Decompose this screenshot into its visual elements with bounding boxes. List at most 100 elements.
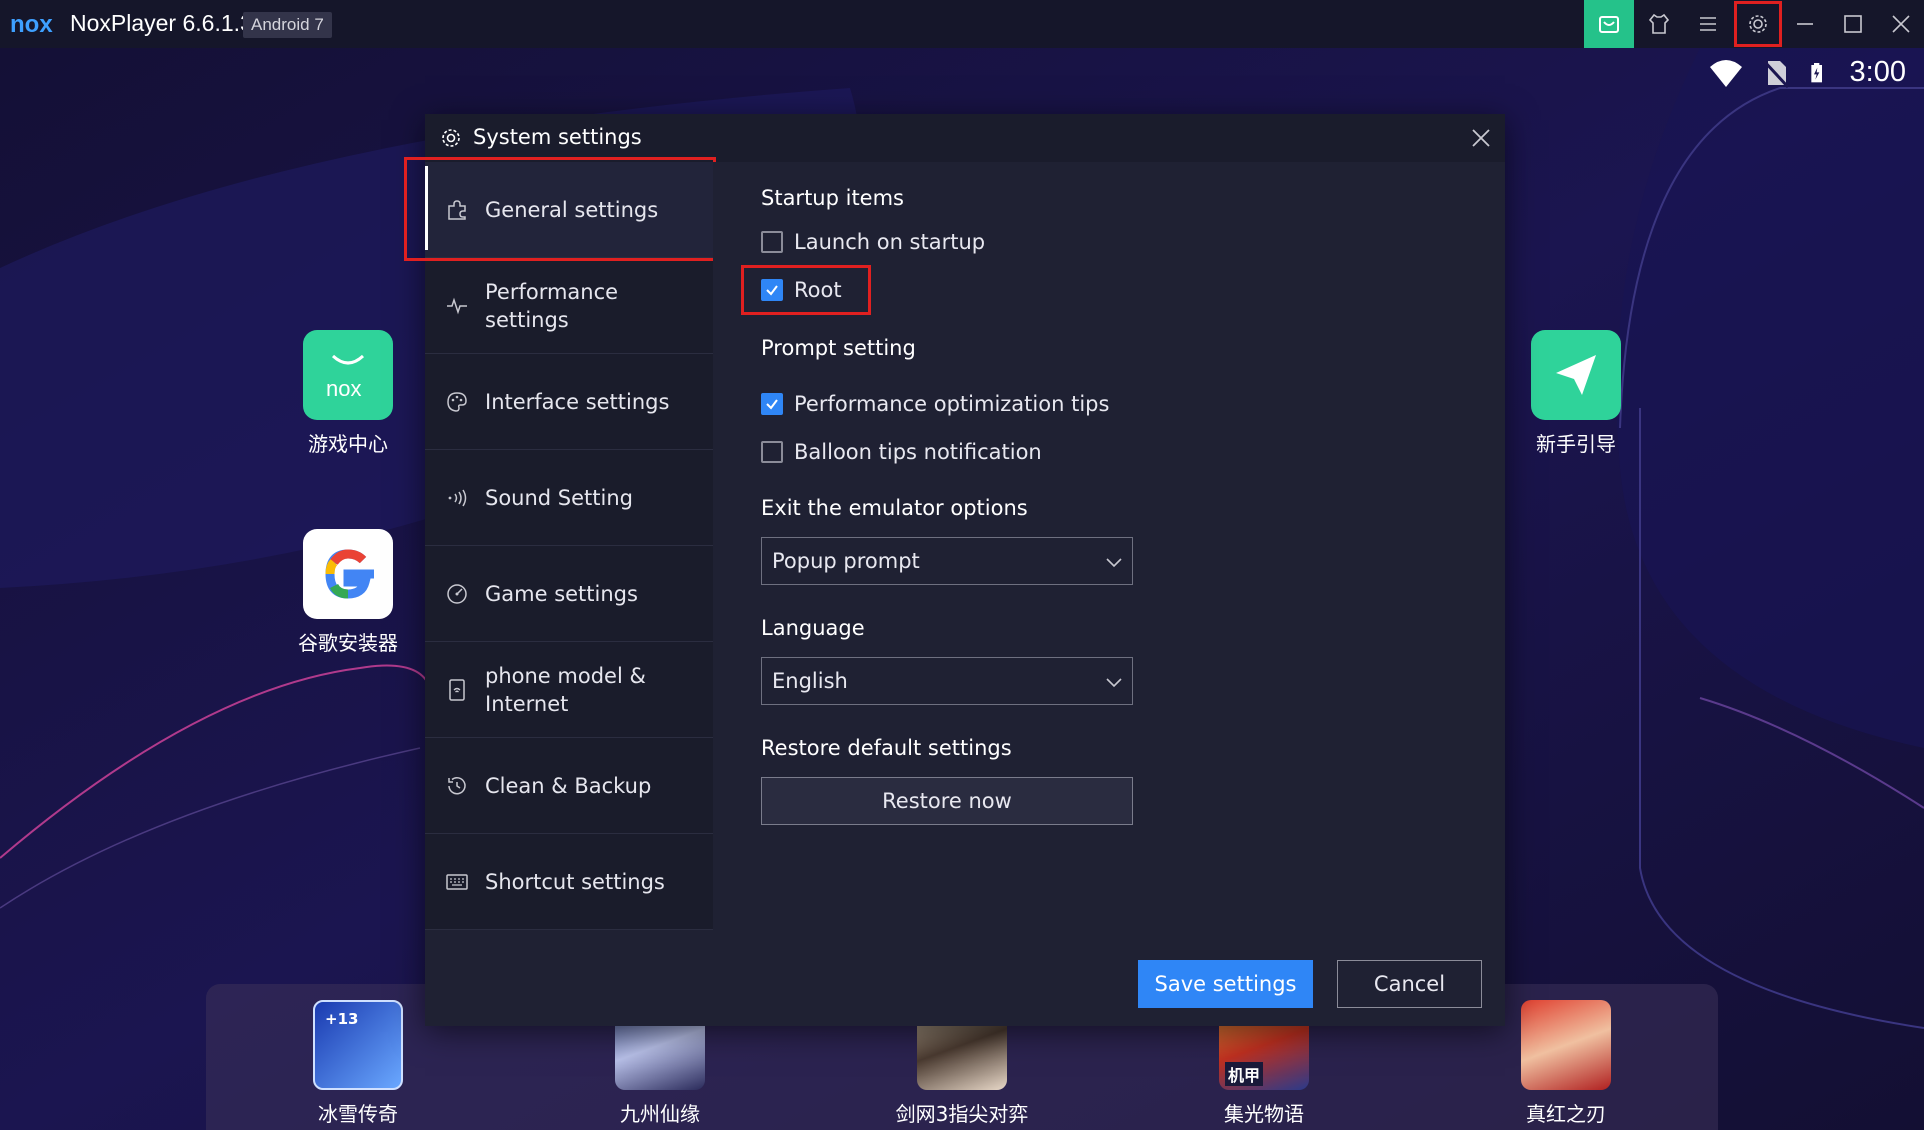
menu-icon bbox=[1700, 17, 1716, 31]
app-label: 新手引导 bbox=[1536, 432, 1616, 456]
dock-label: 冰雪传奇 bbox=[318, 1102, 398, 1126]
sidebar-item-interface[interactable]: Interface settings bbox=[425, 354, 713, 450]
nox-store-icon: nox bbox=[303, 330, 393, 420]
sidebar-item-label: Performance settings bbox=[485, 279, 619, 332]
settings-sidebar: General settings Performance settings In… bbox=[425, 162, 713, 930]
close-icon bbox=[1892, 15, 1910, 33]
history-icon bbox=[448, 776, 466, 794]
shop-icon bbox=[1599, 16, 1619, 33]
dock-badge: +13 bbox=[325, 1010, 359, 1028]
google-icon bbox=[303, 529, 393, 619]
title-bar: nox NoxPlayer 6.6.1.3 Android 7 bbox=[0, 0, 1924, 48]
maximize-button[interactable] bbox=[1828, 0, 1878, 48]
wifi-icon bbox=[1709, 59, 1742, 87]
dock-label: 剑网3指尖对弈 bbox=[895, 1102, 1029, 1126]
checkbox-label: Performance optimization tips bbox=[794, 392, 1110, 416]
performance-tips-checkbox[interactable]: Performance optimization tips bbox=[761, 390, 1109, 418]
settings-content: Startup items Launch on startup Root Pro… bbox=[713, 162, 1505, 930]
exit-options-select[interactable]: Popup prompt bbox=[761, 537, 1133, 585]
checkbox-label: Balloon tips notification bbox=[794, 440, 1042, 464]
sidebar-item-shortcut[interactable]: Shortcut settings bbox=[425, 834, 713, 930]
sound-icon bbox=[448, 489, 467, 506]
maximize-icon bbox=[1844, 15, 1862, 33]
battery-charging-icon bbox=[1810, 62, 1822, 82]
app-google-installer[interactable]: 谷歌安装器 bbox=[283, 529, 413, 656]
no-sim-icon bbox=[1762, 59, 1789, 88]
game-icon bbox=[1521, 1000, 1611, 1090]
checkbox-box[interactable] bbox=[761, 393, 783, 415]
gear-icon bbox=[1749, 15, 1767, 33]
status-clock: 3:00 bbox=[1849, 56, 1906, 88]
keyboard-icon bbox=[446, 873, 468, 890]
app-label: 游戏中心 bbox=[308, 432, 388, 456]
sidebar-item-label: Game settings bbox=[485, 581, 638, 606]
sidebar-item-clean-backup[interactable]: Clean & Backup bbox=[425, 738, 713, 834]
restore-now-button[interactable]: Restore now bbox=[761, 777, 1133, 825]
game-icon: +13 bbox=[313, 1000, 403, 1090]
sidebar-item-label: phone model & Internet bbox=[485, 663, 646, 716]
dock-label: 九州仙缘 bbox=[620, 1102, 700, 1126]
dock-app-1[interactable]: +13 冰雪传奇 bbox=[278, 1000, 438, 1127]
sidebar-item-phone-internet[interactable]: phone model & Internet bbox=[425, 642, 713, 738]
close-icon[interactable] bbox=[1467, 124, 1495, 152]
save-settings-button[interactable]: Save settings bbox=[1138, 960, 1313, 1008]
chevron-down-icon bbox=[1106, 558, 1122, 568]
nox-logo-icon: nox bbox=[10, 11, 53, 38]
sidebar-item-label: Sound Setting bbox=[485, 485, 633, 510]
gear-icon bbox=[442, 129, 460, 147]
check-icon bbox=[766, 399, 778, 410]
app-guide[interactable]: 新手引导 bbox=[1511, 330, 1641, 457]
menu-button[interactable] bbox=[1683, 0, 1733, 48]
restore-defaults-title: Restore default settings bbox=[761, 736, 1012, 760]
dock-app-5[interactable]: 真红之刃 bbox=[1486, 1000, 1646, 1127]
dialog-footer: Save settings Cancel bbox=[425, 930, 1505, 1026]
launch-on-startup-checkbox[interactable]: Launch on startup bbox=[761, 228, 985, 256]
dock-label: 真红之刃 bbox=[1526, 1102, 1606, 1126]
android-status-bar: 3:00 bbox=[1708, 56, 1906, 89]
sidebar-item-label: Interface settings bbox=[485, 389, 670, 414]
checkbox-box[interactable] bbox=[761, 441, 783, 463]
checkbox-label: Root bbox=[794, 278, 842, 302]
checkbox-label: Launch on startup bbox=[794, 230, 986, 254]
theme-button[interactable] bbox=[1634, 0, 1684, 48]
language-select[interactable]: English bbox=[761, 657, 1133, 705]
svg-text:nox: nox bbox=[326, 376, 361, 401]
check-icon bbox=[766, 285, 778, 296]
prompt-setting-title: Prompt setting bbox=[761, 336, 916, 360]
select-value: English bbox=[772, 669, 848, 693]
checkbox-box[interactable] bbox=[761, 279, 783, 301]
checkbox-box[interactable] bbox=[761, 231, 783, 253]
root-checkbox[interactable]: Root bbox=[761, 276, 842, 304]
settings-button[interactable] bbox=[1733, 0, 1783, 48]
cancel-button[interactable]: Cancel bbox=[1337, 960, 1482, 1008]
close-window-button[interactable] bbox=[1876, 0, 1924, 48]
minimize-button[interactable] bbox=[1780, 0, 1830, 48]
shop-button[interactable] bbox=[1584, 0, 1634, 48]
dialog-title: System settings bbox=[473, 125, 642, 149]
system-settings-dialog: System settings General settings Perform… bbox=[404, 114, 1505, 1026]
minimize-icon bbox=[1797, 23, 1813, 25]
exit-options-title: Exit the emulator options bbox=[761, 496, 1028, 520]
startup-items-title: Startup items bbox=[761, 186, 905, 210]
sidebar-item-game[interactable]: Game settings bbox=[425, 546, 713, 642]
sidebar-item-label: Shortcut settings bbox=[485, 869, 665, 894]
guide-icon bbox=[1531, 330, 1621, 420]
android-version-badge: Android 7 bbox=[243, 12, 332, 38]
sidebar-item-performance[interactable]: Performance settings bbox=[425, 258, 713, 354]
app-title: NoxPlayer 6.6.1.3 bbox=[70, 10, 253, 36]
sidebar-item-sound[interactable]: Sound Setting bbox=[425, 450, 713, 546]
gamepad-icon bbox=[447, 583, 467, 604]
balloon-tips-checkbox[interactable]: Balloon tips notification bbox=[761, 438, 1042, 466]
phone-icon bbox=[449, 678, 465, 701]
pulse-icon bbox=[447, 297, 467, 314]
theme-icon bbox=[1648, 13, 1670, 34]
dock-badge: 机甲 bbox=[1225, 1062, 1264, 1086]
language-title: Language bbox=[761, 616, 865, 640]
puzzle-icon bbox=[448, 199, 466, 220]
palette-icon bbox=[447, 391, 467, 412]
app-game-center[interactable]: nox 游戏中心 bbox=[283, 330, 413, 457]
chevron-down-icon bbox=[1106, 678, 1122, 688]
sidebar-item-general[interactable]: General settings bbox=[425, 162, 713, 258]
sidebar-item-label: Clean & Backup bbox=[485, 773, 652, 798]
dialog-header: System settings bbox=[425, 114, 1505, 162]
